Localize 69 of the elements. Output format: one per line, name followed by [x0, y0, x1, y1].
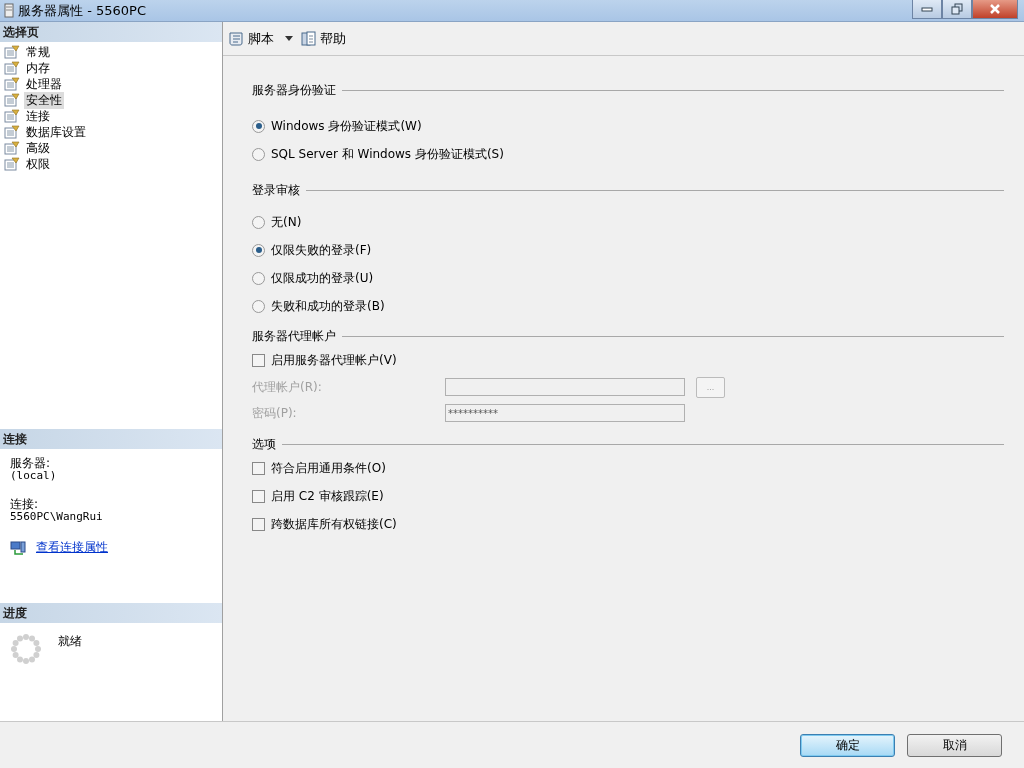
radio-button[interactable]: [252, 147, 265, 161]
dialog-button[interactable]: 确定: [800, 733, 895, 757]
sidebar-item[interactable]: 内存: [24, 59, 52, 77]
radio-button[interactable]: [252, 271, 265, 285]
radio-label: SQL Server 和 Windows 身份验证模式(S): [271, 145, 504, 163]
server-value: (local): [10, 470, 58, 482]
checkbox-label: 启用服务器代理帐户(V): [271, 351, 397, 369]
sidebar-item[interactable]: 常规: [24, 43, 52, 61]
minimize-icon: [921, 6, 933, 12]
radio-button[interactable]: [252, 215, 265, 229]
spinner-icon: [10, 633, 42, 665]
group-title: 登录审核: [252, 181, 300, 199]
checkbox[interactable]: [252, 517, 265, 531]
radio-label: Windows 身份验证模式(W): [271, 117, 422, 135]
checkbox-label: 启用 C2 审核跟踪(E): [271, 487, 384, 505]
radio-button[interactable]: [252, 299, 265, 313]
sidebar-item[interactable]: 权限: [24, 155, 52, 173]
close-icon: [989, 4, 1001, 14]
computer-icon: [10, 539, 26, 556]
minimize-button[interactable]: [912, 0, 942, 19]
page-icon: [4, 125, 20, 139]
window-title: 服务器属性 - 5560PC: [18, 1, 146, 20]
checkbox[interactable]: [252, 489, 265, 503]
checkbox-label: 跨数据库所有权链接(C): [271, 515, 397, 533]
dialog-button[interactable]: 取消: [907, 733, 1002, 757]
page-icon: [4, 93, 20, 107]
window-icon: [4, 3, 14, 18]
group-title: 服务器代理帐户: [252, 327, 336, 345]
page-icon: [4, 61, 20, 75]
radio-label: 失败和成功的登录(B): [271, 297, 385, 315]
panel-header: 连接: [0, 429, 222, 449]
sidebar-item[interactable]: 处理器: [24, 75, 64, 93]
scroll-icon: [229, 30, 245, 47]
page-icon: [4, 45, 20, 59]
sidebar-item[interactable]: 安全性: [24, 91, 64, 109]
restore-button[interactable]: [942, 0, 972, 19]
group-title: 服务器身份验证: [252, 81, 336, 99]
restore-icon: [951, 3, 963, 15]
field-label: 代理帐户(R):: [252, 378, 323, 396]
radio-label: 仅限失败的登录(F): [271, 241, 372, 259]
dropdown-caret-icon: [285, 36, 293, 41]
checkbox-label: 符合启用通用条件(O): [271, 459, 386, 477]
sidebar-item[interactable]: 连接: [24, 107, 52, 125]
connection-label: 连接:: [10, 498, 40, 511]
progress-status: 就绪: [58, 633, 82, 650]
panel-header: 进度: [0, 603, 222, 623]
sidebar-item[interactable]: 数据库设置: [24, 123, 88, 141]
page-icon: [4, 157, 20, 171]
page-icon: [4, 77, 20, 91]
toolbar-button[interactable]: 脚本: [229, 29, 293, 48]
input-field[interactable]: [445, 378, 685, 396]
server-label: 服务器:: [10, 457, 52, 470]
connection-properties-link[interactable]: 查看连接属性: [36, 539, 108, 556]
toolbar-button[interactable]: 帮助: [301, 29, 346, 48]
checkbox[interactable]: [252, 461, 265, 475]
radio-label: 仅限成功的登录(U): [271, 269, 374, 287]
radio-button[interactable]: [252, 243, 265, 257]
page-icon: [4, 109, 20, 123]
radio-button[interactable]: [252, 119, 265, 133]
field-label: 密码(P):: [252, 404, 298, 422]
sidebar-item[interactable]: 高级: [24, 139, 52, 157]
group-title: 选项: [252, 435, 276, 453]
connection-value: 5560PC\WangRui: [10, 511, 104, 523]
document-icon: [301, 30, 317, 47]
radio-label: 无(N): [271, 213, 302, 231]
close-button[interactable]: [972, 0, 1018, 19]
checkbox[interactable]: [252, 353, 265, 367]
page-icon: [4, 141, 20, 155]
panel-header: 选择页: [0, 22, 222, 42]
